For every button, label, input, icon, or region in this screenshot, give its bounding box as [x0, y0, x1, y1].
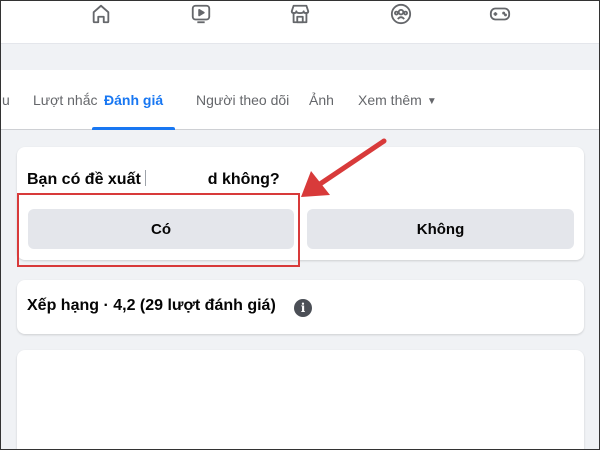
tab-photos[interactable]: Ảnh — [309, 70, 334, 130]
groups-icon[interactable] — [389, 2, 413, 26]
tab-see-more-label: Xem thêm — [358, 92, 422, 108]
home-icon[interactable] — [89, 2, 113, 26]
profile-tabs-bar: u Lượt nhắc Đánh giá Người theo dõi Ảnh … — [0, 70, 600, 130]
info-icon[interactable]: i — [294, 299, 312, 317]
marketplace-icon[interactable] — [288, 2, 312, 26]
annotation-arrow-icon — [301, 138, 387, 197]
rating-card: Xếp hạng · 4,2 (29 lượt đánh giá) i — [17, 280, 584, 334]
recommend-yes-button[interactable]: Có — [28, 209, 294, 249]
redacted-page-name — [145, 170, 203, 186]
recommend-question: Bạn có đề xuất d không? — [27, 170, 280, 189]
caret-down-icon: ▼ — [426, 96, 437, 107]
reviews-content-card — [17, 350, 584, 450]
gaming-icon[interactable] — [488, 2, 512, 26]
watch-icon[interactable] — [189, 2, 213, 26]
top-navigation-bar — [0, 0, 600, 44]
recommend-question-end: d không? — [207, 171, 280, 188]
tab-see-more[interactable]: Xem thêm ▼ — [358, 70, 437, 130]
rating-summary: Xếp hạng · 4,2 (29 lượt đánh giá) — [27, 297, 276, 314]
tab-reviews-label: Đánh giá — [104, 92, 164, 108]
tab-mentions[interactable]: Lượt nhắc — [33, 70, 97, 130]
tab-truncated[interactable]: u — [2, 70, 10, 130]
recommend-question-start: Bạn có đề xuất — [27, 171, 141, 188]
tab-reviews[interactable]: Đánh giá — [92, 70, 176, 130]
tab-followers[interactable]: Người theo dõi — [196, 70, 289, 130]
recommend-no-button[interactable]: Không — [307, 209, 574, 249]
